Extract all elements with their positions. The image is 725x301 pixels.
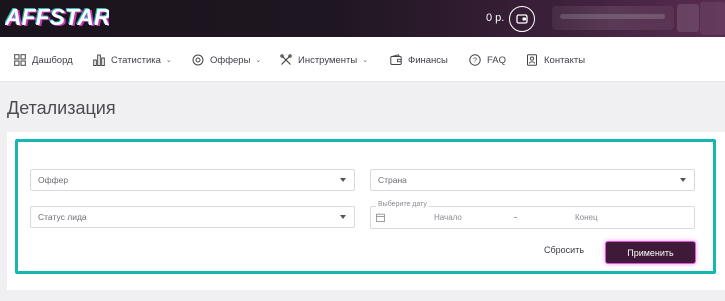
nav-item-tools[interactable]: Инструменты ⌄ bbox=[279, 51, 368, 69]
nav-item-dashboard[interactable]: Дашборд bbox=[13, 51, 73, 69]
page-bottom-gap bbox=[7, 290, 725, 301]
nav-label: Инструменты bbox=[298, 54, 358, 66]
nav-label: Финансы bbox=[408, 54, 448, 66]
date-range-separator: - bbox=[514, 212, 517, 222]
wallet-button[interactable] bbox=[509, 6, 535, 32]
apply-button-label: Применить bbox=[627, 247, 674, 258]
main-nav: Дашборд Статистика ⌄ Офферы ⌄ Инструмент… bbox=[0, 37, 725, 82]
chevron-down-icon: ⌄ bbox=[362, 57, 369, 64]
date-end-input[interactable]: Конец bbox=[575, 213, 598, 222]
caret-down-icon bbox=[340, 215, 346, 219]
nav-item-finance[interactable]: Финансы bbox=[389, 51, 448, 69]
country-select-placeholder: Страна bbox=[378, 175, 407, 185]
offer-select[interactable]: Оффер bbox=[30, 169, 355, 191]
wallet-icon bbox=[516, 14, 528, 24]
help-icon: ? bbox=[468, 54, 481, 67]
nav-item-offers[interactable]: Офферы ⌄ bbox=[191, 51, 261, 69]
offer-select-placeholder: Оффер bbox=[38, 175, 69, 185]
nav-label: Офферы bbox=[210, 54, 251, 66]
contacts-icon bbox=[525, 54, 538, 67]
nav-label: Статистика bbox=[111, 54, 161, 66]
lead-status-select[interactable]: Статус лида bbox=[30, 206, 355, 228]
chevron-down-icon: ⌄ bbox=[165, 57, 172, 64]
nav-item-contacts[interactable]: Контакты bbox=[525, 51, 585, 69]
caret-down-icon bbox=[340, 178, 346, 182]
nav-label: Контакты bbox=[544, 54, 586, 66]
wallet-icon bbox=[389, 54, 402, 67]
top-header: AFFSTAR AFFSTAR AFFSTAR 0 р. bbox=[0, 0, 725, 37]
balance-text: 0 р. bbox=[486, 12, 505, 24]
reset-button[interactable]: Сбросить bbox=[544, 245, 584, 255]
nav-item-faq[interactable]: ? FAQ bbox=[468, 51, 506, 69]
bar-chart-icon bbox=[92, 54, 105, 67]
user-menu-redacted[interactable] bbox=[700, 2, 725, 35]
user-info-redacted-line bbox=[560, 14, 665, 19]
tools-icon bbox=[279, 54, 292, 67]
date-range-picker[interactable] bbox=[370, 206, 695, 229]
dashboard-icon bbox=[13, 54, 26, 67]
affstar-logo[interactable]: AFFSTAR AFFSTAR AFFSTAR bbox=[5, 4, 109, 32]
date-range-legend: Выберите дату bbox=[376, 201, 429, 208]
nav-item-statistics[interactable]: Статистика ⌄ bbox=[92, 51, 172, 69]
offers-icon bbox=[191, 54, 204, 67]
page-title: Детализация bbox=[7, 98, 116, 118]
apply-button[interactable]: Применить bbox=[605, 241, 696, 264]
calendar-icon bbox=[376, 213, 385, 222]
date-start-input[interactable]: Начало bbox=[434, 213, 462, 222]
country-select[interactable]: Страна bbox=[370, 169, 695, 191]
avatar[interactable] bbox=[677, 4, 699, 32]
nav-label: FAQ bbox=[487, 54, 507, 66]
caret-down-icon bbox=[680, 178, 686, 182]
logo-text: AFFSTAR bbox=[5, 4, 109, 30]
lead-status-select-placeholder: Статус лида bbox=[38, 212, 87, 222]
svg-text:?: ? bbox=[472, 56, 476, 65]
chevron-down-icon: ⌄ bbox=[255, 57, 262, 64]
nav-label: Дашборд bbox=[32, 54, 73, 66]
